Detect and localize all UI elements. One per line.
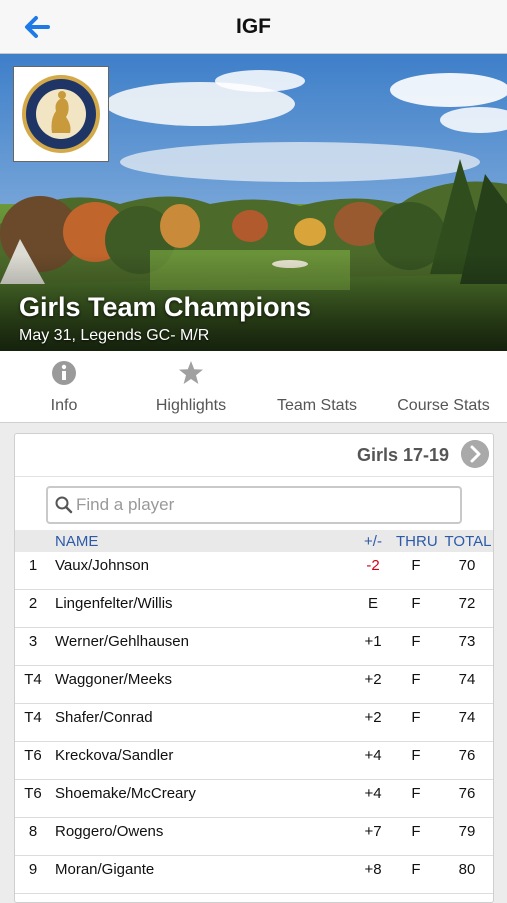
event-title: Girls Team Champions <box>19 292 312 322</box>
table-row[interactable]: 2 Lingenfelter/Willis E F 72 <box>15 590 493 628</box>
row-thru: F <box>411 671 421 688</box>
table-header: NAME +/- THRU TOTAL <box>15 530 493 552</box>
divider <box>15 476 493 477</box>
header-total[interactable]: TOTAL <box>443 533 493 550</box>
row-total: 76 <box>458 785 476 802</box>
row-team-name: Kreckova/Sandler <box>55 747 174 764</box>
row-team-name: Lingenfelter/Willis <box>55 595 173 612</box>
row-thru: F <box>411 595 421 612</box>
row-position: 2 <box>28 595 38 612</box>
search-icon <box>55 496 73 514</box>
row-total: 70 <box>458 557 476 574</box>
row-position: 9 <box>28 861 38 878</box>
tab-highlights[interactable]: Highlights <box>128 351 254 423</box>
leaderboard-rows: 1 Vaux/Johnson -2 F 70 2 Lingenfelter/Willis E F… <box>15 552 493 894</box>
foundation-logo <box>13 66 109 162</box>
row-thru: F <box>411 633 421 650</box>
tab-bar: Info Highlights Team Stats Course Stats <box>0 351 507 423</box>
player-search[interactable] <box>46 486 462 524</box>
row-position: T6 <box>24 785 42 802</box>
nav-title: IGF <box>236 15 271 38</box>
row-score: +4 <box>364 785 382 802</box>
tab-highlights-label: Highlights <box>155 397 227 414</box>
row-thru: F <box>411 861 421 878</box>
table-row[interactable]: T4 Waggoner/Meeks +2 F 74 <box>15 666 493 704</box>
row-position: 3 <box>28 633 38 650</box>
row-total: 79 <box>458 823 476 840</box>
table-row[interactable]: 3 Werner/Gehlhausen +1 F 73 <box>15 628 493 666</box>
row-total: 72 <box>458 595 476 612</box>
table-row[interactable]: 8 Roggero/Owens +7 F 79 <box>15 818 493 856</box>
row-team-name: Waggoner/Meeks <box>55 671 172 688</box>
leaderboard-card: Girls 17-19 NAME +/- THRU TOTAL 1 Vaux/Jo… <box>14 433 494 903</box>
row-total: 74 <box>458 709 476 726</box>
event-subtitle: May 31, Legends GC- M/R <box>19 327 210 344</box>
row-total: 76 <box>458 747 476 764</box>
table-row[interactable]: T6 Kreckova/Sandler +4 F 76 <box>15 742 493 780</box>
row-thru: F <box>411 557 421 574</box>
tab-info[interactable]: Info <box>0 351 128 423</box>
row-total: 80 <box>458 861 476 878</box>
row-score: +4 <box>364 747 382 764</box>
row-score: +2 <box>364 709 382 726</box>
row-team-name: Vaux/Johnson <box>55 557 149 574</box>
header-thru[interactable]: THRU <box>396 533 438 550</box>
tab-info-label: Info <box>50 397 78 414</box>
tab-team-stats[interactable]: Team Stats <box>254 351 380 423</box>
row-thru: F <box>411 747 421 764</box>
row-position: T4 <box>24 709 42 726</box>
tab-team-stats-label: Team Stats <box>276 397 358 414</box>
row-team-name: Moran/Gigante <box>55 861 155 878</box>
chevron-right-icon[interactable] <box>461 440 489 468</box>
nav-bar: IGF <box>0 0 507 54</box>
star-icon <box>179 361 203 384</box>
row-score: +1 <box>364 633 382 650</box>
event-banner: Girls Team Champions May 31, Legends GC-… <box>0 54 507 351</box>
table-row[interactable]: 9 Moran/Gigante +8 F 80 <box>15 856 493 894</box>
info-icon <box>52 361 76 385</box>
row-score: -2 <box>366 557 380 574</box>
row-score: +2 <box>364 671 382 688</box>
row-thru: F <box>411 709 421 726</box>
row-score: +7 <box>364 823 382 840</box>
row-team-name: Roggero/Owens <box>55 823 164 840</box>
row-score: E <box>367 595 378 612</box>
header-score[interactable]: +/- <box>353 533 393 550</box>
row-position: 8 <box>28 823 38 840</box>
row-team-name: Werner/Gehlhausen <box>55 633 189 650</box>
seal-logo-icon <box>22 75 100 153</box>
row-position: T6 <box>24 747 42 764</box>
row-position: 1 <box>28 557 38 574</box>
row-position: T4 <box>24 671 42 688</box>
table-row[interactable]: T4 Shafer/Conrad +2 F 74 <box>15 704 493 742</box>
tab-course-stats-label: Course Stats <box>397 397 490 414</box>
table-row[interactable]: 1 Vaux/Johnson -2 F 70 <box>15 552 493 590</box>
header-name[interactable]: NAME <box>55 533 98 550</box>
row-total: 74 <box>458 671 476 688</box>
row-thru: F <box>411 785 421 802</box>
row-total: 73 <box>458 633 476 650</box>
row-thru: F <box>411 823 421 840</box>
table-row[interactable]: T6 Shoemake/McCreary +4 F 76 <box>15 780 493 818</box>
row-team-name: Shafer/Conrad <box>55 709 153 726</box>
row-score: +8 <box>364 861 382 878</box>
search-input[interactable] <box>76 493 446 517</box>
tab-course-stats[interactable]: Course Stats <box>380 351 507 423</box>
row-team-name: Shoemake/McCreary <box>55 785 196 802</box>
division-label[interactable]: Girls 17-19 <box>357 445 449 466</box>
